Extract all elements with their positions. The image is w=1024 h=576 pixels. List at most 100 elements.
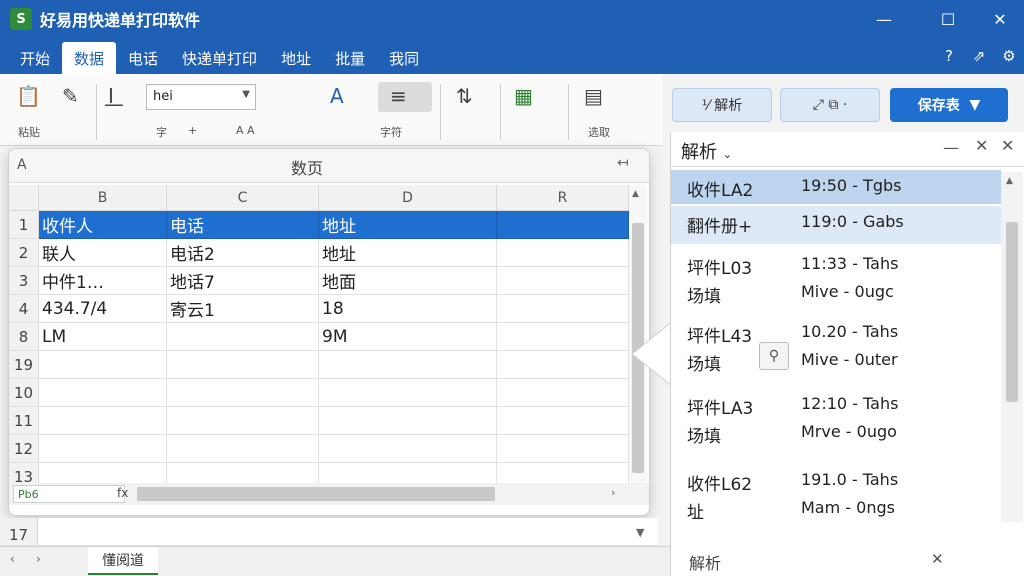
cell-c8[interactable] bbox=[167, 323, 319, 351]
row-header-19[interactable]: 19 bbox=[9, 351, 39, 379]
tab-mine[interactable]: 我同 bbox=[377, 42, 431, 74]
row-header-1[interactable]: 1 bbox=[9, 211, 39, 239]
row-header-10[interactable]: 10 bbox=[9, 379, 39, 407]
cell-r10[interactable] bbox=[497, 379, 629, 407]
cell-d10[interactable] bbox=[319, 379, 497, 407]
scroll-up-icon[interactable]: ▲ bbox=[632, 189, 639, 199]
minimize-panel-icon[interactable]: — bbox=[943, 138, 959, 157]
tab-print[interactable]: 快递单打印 bbox=[170, 42, 269, 74]
cell-r1[interactable] bbox=[497, 211, 629, 239]
cell-r2[interactable] bbox=[497, 239, 629, 267]
horizontal-scrollbar[interactable]: Pb6 fx › bbox=[9, 483, 649, 505]
share-icon[interactable]: ⇗ bbox=[964, 47, 994, 65]
close-icon[interactable]: ✕ bbox=[931, 550, 944, 568]
row-header-11[interactable]: 11 bbox=[9, 407, 39, 435]
cell-c11[interactable] bbox=[167, 407, 319, 435]
maximize-button[interactable]: ☐ bbox=[920, 0, 976, 38]
panel-scroll-thumb[interactable] bbox=[1006, 222, 1018, 402]
scroll-right-icon[interactable]: › bbox=[611, 486, 615, 499]
parse-list-item[interactable]: 坪件L03 11:33 - Tahs 场填 Mive - 0ugc bbox=[671, 248, 1001, 310]
side-panel-title[interactable]: 解析 ⌄ bbox=[681, 138, 732, 164]
close-button[interactable]: ✕ bbox=[972, 0, 1024, 38]
cell-d8[interactable]: 9M bbox=[319, 323, 497, 351]
minimize-button[interactable]: — bbox=[856, 0, 912, 38]
cell-r12[interactable] bbox=[497, 435, 629, 463]
select-all-corner[interactable] bbox=[9, 185, 39, 211]
tab-address[interactable]: 地址 bbox=[269, 42, 323, 74]
parse-list-item[interactable]: 坪件L43 10.20 - Tahs 场填 Mive - 0uter ⚲ bbox=[671, 316, 1001, 378]
cell-c12[interactable] bbox=[167, 435, 319, 463]
cell-r11[interactable] bbox=[497, 407, 629, 435]
cell-d2[interactable]: 地址 bbox=[319, 239, 497, 267]
scroll-up-icon[interactable]: ▲ bbox=[1006, 176, 1013, 186]
help-icon[interactable]: ? bbox=[934, 47, 964, 65]
paste-icon[interactable]: 📋 bbox=[16, 84, 41, 108]
cell-b8[interactable]: LM bbox=[39, 323, 167, 351]
tab-phone[interactable]: 电话 bbox=[116, 42, 170, 74]
cell-d19[interactable] bbox=[319, 351, 497, 379]
cell-d12[interactable] bbox=[319, 435, 497, 463]
cell-r19[interactable] bbox=[497, 351, 629, 379]
cell-d1[interactable]: 地址 bbox=[319, 211, 497, 239]
tab-start[interactable]: 开始 bbox=[8, 42, 62, 74]
cell-b12[interactable] bbox=[39, 435, 167, 463]
name-box[interactable]: Pb6 bbox=[13, 485, 125, 503]
parse-list-item[interactable]: 收件L62 191.0 - Tahs 址 Mam - 0ngs bbox=[671, 464, 1001, 526]
parse-list-item[interactable]: 收件LA2 19:50 - Tgbs bbox=[671, 170, 1001, 204]
column-header-r[interactable]: R bbox=[497, 185, 629, 211]
panel-scrollbar[interactable]: ▲ bbox=[1001, 172, 1023, 522]
save-table-button[interactable]: 保存表 ▼ bbox=[890, 88, 1008, 122]
cell-c10[interactable] bbox=[167, 379, 319, 407]
font-combo[interactable]: hei ▼ bbox=[146, 84, 256, 110]
row-header-3[interactable]: 3 bbox=[9, 267, 39, 295]
cell-c19[interactable] bbox=[167, 351, 319, 379]
row-header-4[interactable]: 4 bbox=[9, 295, 39, 323]
tab-batch[interactable]: 批量 bbox=[323, 42, 377, 74]
row-header-2[interactable]: 2 bbox=[9, 239, 39, 267]
cell-b2[interactable]: 联人 bbox=[39, 239, 167, 267]
parse-list-item[interactable]: 坪件LA3 12:10 - Tahs 场填 Mrve - 0ugo bbox=[671, 388, 1001, 450]
column-header-d[interactable]: D bbox=[319, 185, 497, 211]
cell-c3[interactable]: 地话7 bbox=[167, 267, 319, 295]
cell-b11[interactable] bbox=[39, 407, 167, 435]
grid-icon[interactable]: ▦ bbox=[514, 84, 533, 108]
text-color-icon[interactable]: A bbox=[330, 84, 344, 108]
close-panel-icon[interactable]: ✕ bbox=[975, 136, 988, 155]
column-header-b[interactable]: B bbox=[39, 185, 167, 211]
table-icon[interactable]: ▤ bbox=[584, 84, 603, 108]
tab-data[interactable]: 数据 bbox=[62, 42, 117, 74]
format-painter-icon[interactable]: ✎ bbox=[62, 84, 79, 108]
horizontal-scroll-thumb[interactable] bbox=[137, 487, 495, 501]
collapse-icon[interactable]: ↤ bbox=[617, 155, 629, 171]
cell-b3[interactable]: 中件1… bbox=[39, 267, 167, 295]
cell-d4[interactable]: 18 bbox=[319, 295, 497, 323]
cell-c1[interactable]: 电话 bbox=[167, 211, 319, 239]
close-icon[interactable]: ✕ bbox=[1001, 136, 1014, 155]
cell-b1[interactable]: 收件人 bbox=[39, 211, 167, 239]
italic-icon[interactable]: I͟ bbox=[108, 84, 114, 108]
cell-d3[interactable]: 地面 bbox=[319, 267, 497, 295]
cell-c2[interactable]: 电话2 bbox=[167, 239, 319, 267]
parse-list-item[interactable]: 翻件册+ 119:0 - Gabs bbox=[671, 206, 1001, 244]
sheet-tab[interactable]: 懂阅道 bbox=[88, 547, 158, 575]
gear-icon[interactable]: ⚙ bbox=[994, 47, 1024, 65]
cell-r8[interactable] bbox=[497, 323, 629, 351]
scroll-left-icon[interactable]: ‹ bbox=[10, 552, 15, 566]
cell-b4[interactable]: 434.7/4 bbox=[39, 295, 167, 323]
cell-b10[interactable] bbox=[39, 379, 167, 407]
row-header-8[interactable]: 8 bbox=[9, 323, 39, 351]
scroll-down-icon[interactable]: ▼ bbox=[636, 526, 644, 539]
parse-button[interactable]: ⅟ 解析 bbox=[672, 88, 772, 122]
cell-c4[interactable]: 寄云1 bbox=[167, 295, 319, 323]
cell-d11[interactable] bbox=[319, 407, 497, 435]
arrange-button[interactable]: ⤢ ⧉ · bbox=[780, 88, 880, 122]
row-header-12[interactable]: 12 bbox=[9, 435, 39, 463]
sort-icon[interactable]: ⇅ bbox=[456, 84, 473, 108]
pin-icon[interactable]: ⚲ bbox=[759, 342, 789, 370]
cell-r3[interactable] bbox=[497, 267, 629, 295]
row-header-17[interactable]: 17 bbox=[0, 524, 38, 546]
scroll-right-icon[interactable]: › bbox=[36, 552, 41, 566]
cell-b19[interactable] bbox=[39, 351, 167, 379]
cell-r4[interactable] bbox=[497, 295, 629, 323]
column-header-c[interactable]: C bbox=[167, 185, 319, 211]
